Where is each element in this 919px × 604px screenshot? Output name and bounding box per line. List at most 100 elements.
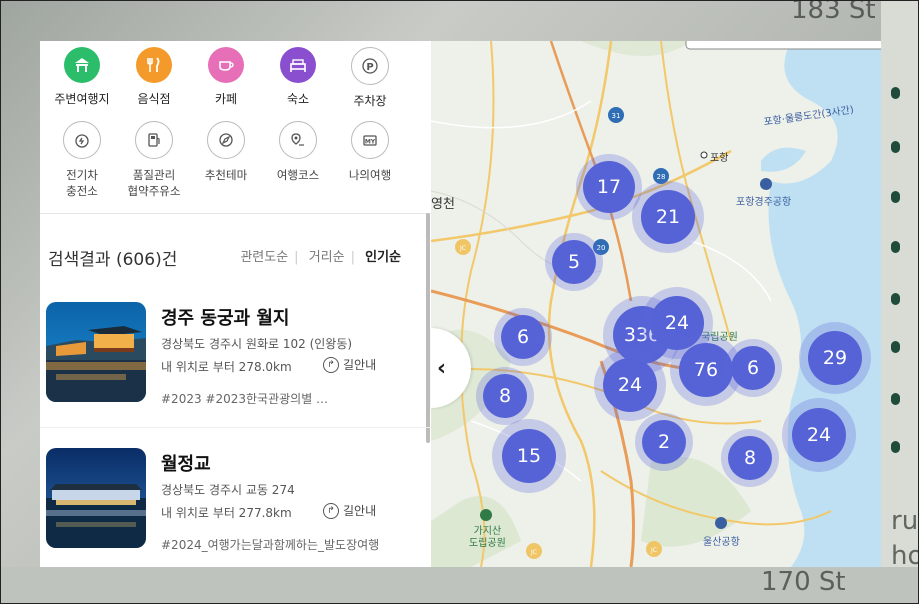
category-gas-station[interactable]: 품질관리 협약주유소: [118, 121, 190, 199]
map-cluster[interactable]: 24: [594, 349, 666, 421]
item-address: 경상북도 경주시 교동 274: [161, 483, 295, 497]
item-address: 경상북도 경주시 원화로 102 (인왕동): [161, 337, 353, 351]
category-label: 추천테마: [204, 168, 248, 182]
item-distance: 내 위치로 부터 278.0km: [161, 360, 292, 374]
category-my-trip[interactable]: MY 나의여행: [334, 121, 406, 183]
category-label: 나의여행: [348, 168, 392, 182]
cluster-count: 2: [642, 420, 686, 464]
sort-distance[interactable]: 거리순: [309, 250, 345, 265]
category-label: 주차장: [353, 94, 387, 108]
cluster-count: 24: [603, 358, 657, 412]
map-cluster[interactable]: 6: [494, 308, 552, 366]
category-ev-charger[interactable]: 전기차 충전소: [46, 121, 118, 199]
category-label: 카페: [214, 92, 238, 106]
my-trip-icon: MY: [351, 121, 389, 159]
results-count-value: 606: [122, 250, 156, 270]
cafe-icon: [208, 47, 244, 83]
thumbnail-image[interactable]: [46, 448, 146, 548]
category-theme[interactable]: 추천테마: [190, 121, 262, 183]
place-label[interactable]: 포항경주공항: [736, 193, 791, 208]
category-label: 주변여행지: [54, 92, 110, 106]
background-text: ho: [891, 541, 918, 571]
cluster-count: 24: [792, 408, 846, 462]
place-label[interactable]: 포항: [710, 149, 728, 164]
cluster-count: 5: [552, 240, 596, 284]
background-dot: [891, 141, 900, 153]
parking-icon: P: [351, 47, 389, 85]
directions-icon: ↱: [323, 356, 339, 373]
directions-icon: ↱: [323, 502, 339, 519]
background-dot: [891, 441, 900, 453]
category-tourist-spot[interactable]: 주변여행지: [46, 47, 118, 107]
category-lodging[interactable]: 숙소: [262, 47, 334, 107]
ev-charger-icon: [63, 121, 101, 159]
category-label: 전기차 충전소: [66, 168, 98, 198]
map-cluster[interactable]: 15: [492, 419, 566, 493]
item-tags[interactable]: #2023 #2023한국관광의별 …: [161, 390, 406, 407]
item-tags[interactable]: #2024_여행가는달과함께하는_발도장여행: [161, 536, 406, 553]
sort-options: 관련도순 | 거리순 | 인기순: [240, 250, 401, 265]
background-dot: [891, 393, 900, 405]
map-cluster[interactable]: 6: [724, 339, 782, 397]
place-label[interactable]: 가지산 도립공원: [469, 526, 506, 550]
map-cluster[interactable]: 8: [476, 367, 534, 425]
thumbnail-image[interactable]: [46, 302, 146, 402]
scrollbar[interactable]: [426, 213, 430, 443]
place-label[interactable]: 영천: [431, 193, 455, 212]
category-label: 숙소: [286, 92, 310, 106]
chevron-left-icon: ‹: [437, 355, 447, 381]
category-restaurant[interactable]: 음식점: [118, 47, 190, 107]
category-cafe[interactable]: 카페: [190, 47, 262, 107]
background-text: 183 St: [791, 0, 876, 25]
category-label: 품질관리 협약주유소: [127, 168, 181, 198]
route-number: 31: [612, 112, 621, 120]
item-title[interactable]: 월정교: [161, 450, 211, 476]
place-label[interactable]: 울산공항: [703, 533, 740, 548]
map-cluster[interactable]: 5: [545, 233, 603, 291]
background-dot: [891, 241, 900, 253]
list-item[interactable]: 월정교 경상북도 경주시 교동 274 내 위치로 부터 277.8km ↱ 길…: [46, 448, 406, 558]
category-course[interactable]: 여행코스: [262, 121, 334, 183]
cluster-count: 15: [502, 429, 556, 483]
background-dot: [891, 191, 900, 203]
gas-station-icon: [135, 121, 173, 159]
category-parking[interactable]: P 주차장: [334, 47, 406, 109]
restaurant-icon: [136, 47, 172, 83]
cluster-count: 6: [731, 346, 775, 390]
screenshot-frame: 183 St ru ho 170 St 주변여행지 음식점: [0, 0, 919, 604]
cluster-count: 8: [483, 374, 527, 418]
sort-relevance[interactable]: 관련도순: [240, 250, 288, 265]
route-number: JC: [530, 549, 537, 556]
map-cluster[interactable]: 29: [799, 322, 871, 394]
svg-text:P: P: [366, 62, 373, 73]
map-cluster[interactable]: 21: [632, 181, 704, 253]
list-item[interactable]: 경주 동궁과 월지 경상북도 경주시 원화로 102 (인왕동) 내 위치로 부…: [46, 302, 406, 412]
directions-label: 길안내: [343, 358, 377, 372]
search-panel: 주변여행지 음식점 카페 숙소 P 주차장 전기차 충전소 품질관리 협약주유소…: [40, 41, 431, 567]
background-dot: [891, 87, 900, 99]
directions-label: 길안내: [343, 504, 377, 518]
directions-button[interactable]: ↱ 길안내: [323, 502, 376, 519]
cluster-count: 29: [808, 331, 862, 385]
cluster-count: 21: [641, 190, 695, 244]
item-title[interactable]: 경주 동궁과 월지: [161, 304, 289, 330]
item-distance: 내 위치로 부터 277.8km: [161, 506, 292, 520]
cluster-count: 6: [501, 315, 545, 359]
svg-text:MY: MY: [365, 139, 376, 146]
sort-popularity[interactable]: 인기순: [365, 250, 401, 265]
tourist-spot-icon: [64, 47, 100, 83]
map-view[interactable]: 31 28 20 JC JC JC 포항 포항경주공항 포항·울릉도간(3사간)…: [431, 41, 881, 567]
map-cluster[interactable]: 24: [782, 398, 856, 472]
theme-icon: [207, 121, 245, 159]
category-label: 여행코스: [276, 168, 320, 182]
lodging-icon: [280, 47, 316, 83]
category-label: 음식점: [137, 92, 171, 106]
route-number: 28: [657, 173, 666, 181]
map-cluster[interactable]: 8: [721, 429, 779, 487]
map-cluster[interactable]: 2: [635, 413, 693, 471]
cluster-count: 17: [583, 161, 635, 213]
directions-button[interactable]: ↱ 길안내: [323, 356, 376, 373]
route-number: JC: [459, 245, 466, 252]
divider: [40, 427, 431, 428]
course-icon: [279, 121, 317, 159]
